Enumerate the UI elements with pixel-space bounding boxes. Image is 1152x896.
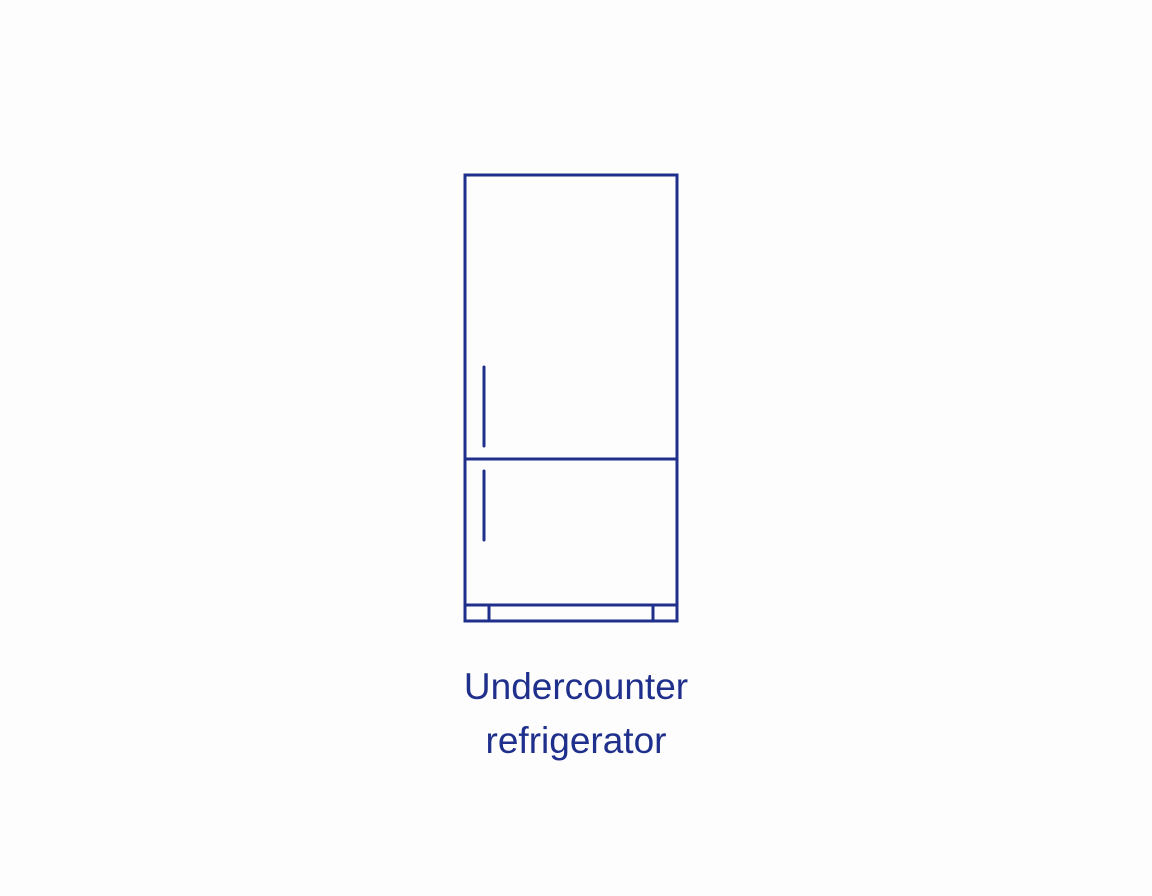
undercounter-refrigerator-icon (462, 172, 680, 624)
item-label-line-1: Undercounter (463, 666, 689, 707)
page: Undercounter refrigerator (0, 0, 1152, 896)
item-label-line-2: refrigerator (485, 720, 667, 761)
fridge-body (463, 173, 679, 623)
item-label: Undercounter refrigerator (376, 660, 776, 768)
refrigerator-outline (463, 173, 679, 623)
